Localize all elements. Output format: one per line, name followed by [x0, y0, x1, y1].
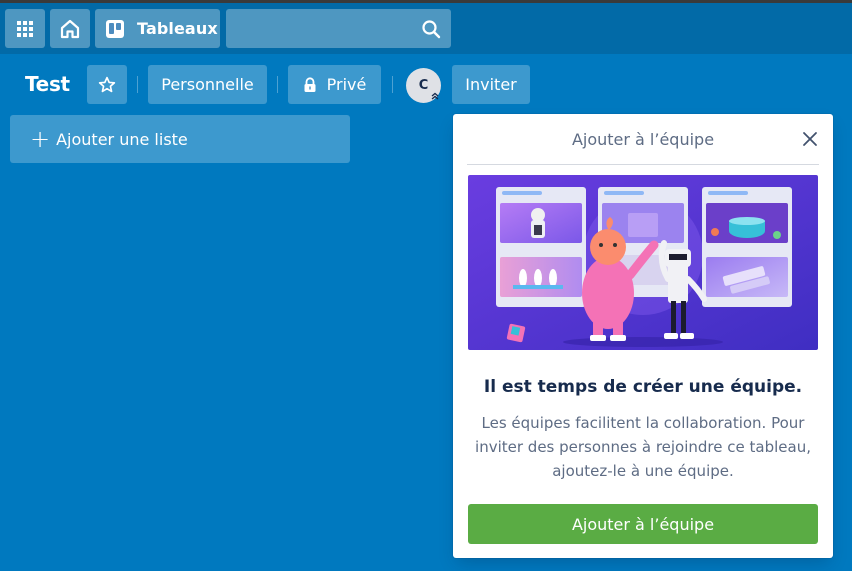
team-illustration [468, 175, 818, 350]
house-icon [60, 19, 80, 38]
header-separator [392, 76, 393, 93]
home-button[interactable] [50, 9, 90, 48]
invite-label: Inviter [465, 75, 517, 94]
admin-chevron-icon [429, 90, 441, 102]
star-icon [98, 76, 116, 92]
avatar[interactable]: C [406, 68, 441, 103]
header-separator [277, 76, 278, 93]
boards-button[interactable]: Tableaux [95, 9, 220, 48]
search-icon[interactable] [411, 9, 451, 48]
popover-divider [467, 164, 819, 165]
add-list-label: Ajouter une liste [56, 129, 188, 149]
trello-board-icon [106, 19, 124, 38]
apps-button[interactable] [5, 9, 45, 48]
boards-label: Tableaux [137, 19, 218, 38]
popover-heading: Il est temps de créer une équipe. [483, 377, 803, 397]
member-initial: C [418, 78, 429, 93]
grid-icon [17, 20, 33, 37]
search-input[interactable] [226, 9, 411, 48]
lock-icon [303, 76, 317, 93]
board-title[interactable]: Test [25, 72, 70, 96]
star-board-button[interactable] [87, 65, 127, 104]
team-button[interactable]: Personnelle [148, 65, 267, 104]
search-box[interactable] [226, 9, 451, 48]
popover-title: Ajouter à l’équipe [571, 130, 715, 149]
close-icon[interactable] [800, 129, 820, 149]
header-separator [137, 76, 138, 93]
visibility-button[interactable]: Privé [288, 65, 381, 104]
invite-button[interactable]: Inviter [452, 65, 530, 104]
add-to-team-label: Ajouter à l’équipe [571, 514, 715, 534]
add-to-team-popover: Ajouter à l’équipe Il est temps de créer… [453, 114, 833, 558]
popover-body-text: Les équipes facilitent la collaboration.… [475, 414, 811, 480]
plus-icon: + [30, 125, 51, 153]
visibility-label: Privé [326, 75, 367, 94]
add-to-team-button[interactable]: Ajouter à l’équipe [468, 504, 818, 544]
top-header: Tableaux [0, 3, 852, 54]
team-label: Personnelle [161, 75, 254, 94]
add-list-button[interactable]: + Ajouter une liste [10, 115, 350, 163]
